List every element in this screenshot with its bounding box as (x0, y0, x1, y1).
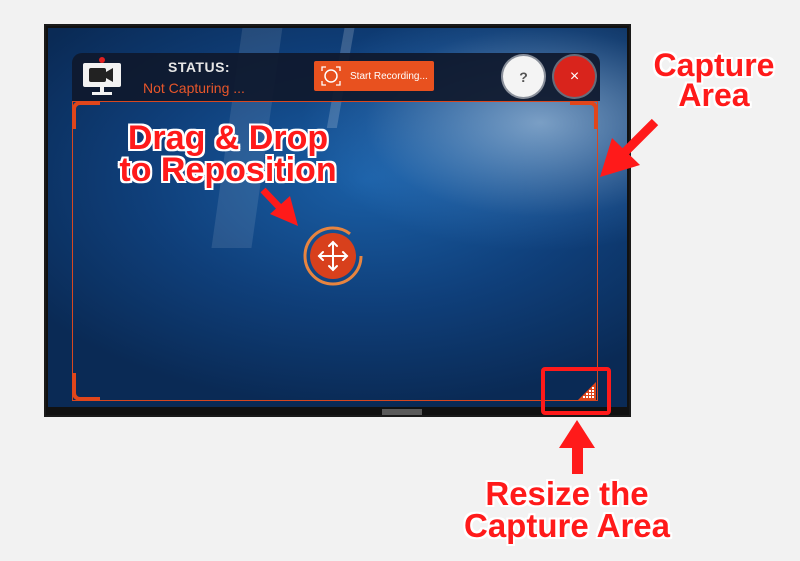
resize-grip-icon[interactable] (578, 382, 596, 400)
resize-annotation-line2: Capture Area (463, 507, 670, 544)
video-camera-monitor-icon (83, 57, 121, 95)
drag-drop-annotation-line2: to Reposition (119, 151, 337, 189)
drag-drop-annotation-line1: Drag & Drop (127, 119, 329, 157)
start-recording-label: Start Recording... (350, 70, 428, 82)
start-recording-button[interactable]: Start Recording... (314, 61, 434, 91)
record-target-icon (321, 66, 341, 86)
capture-area-annotation-line1: Capture (653, 47, 775, 83)
drag-drop-annotation: Drag & Drop to Reposition (108, 119, 348, 189)
four-arrows-move-icon[interactable] (303, 226, 363, 286)
resize-annotation-line1: Resize the (485, 475, 649, 512)
close-icon: × (569, 67, 580, 85)
help-label: ? (519, 68, 528, 85)
screen-bottom-tab (382, 409, 422, 415)
help-button[interactable]: ? (503, 56, 544, 97)
frame-corner-top-right[interactable] (570, 101, 598, 129)
capture-area-annotation-line2: Area (678, 77, 750, 113)
arrow-to-resize-grip (559, 420, 595, 474)
capture-area-annotation: Capture Area (644, 47, 784, 113)
frame-corner-top-left[interactable] (72, 101, 100, 129)
resize-annotation: Resize the Capture Area (452, 475, 682, 544)
close-button[interactable]: × (554, 56, 595, 97)
status-title: STATUS: (168, 59, 231, 75)
status-value: Not Capturing ... (143, 80, 245, 96)
frame-corner-bottom-left[interactable] (72, 373, 100, 401)
